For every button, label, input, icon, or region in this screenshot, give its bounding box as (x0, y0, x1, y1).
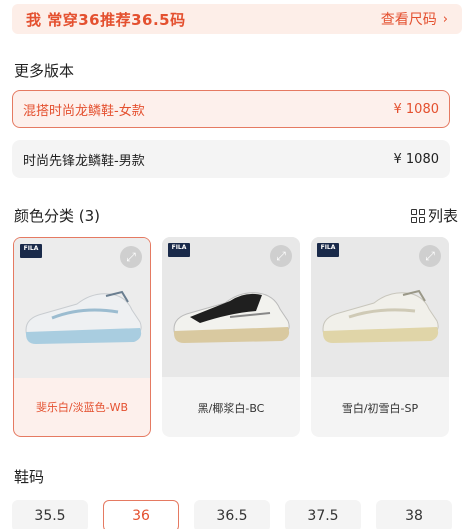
sneaker-illustration (25, 290, 142, 344)
color-option-snow-white[interactable]: FILA ⤢ 雪白/初雪白-SP (311, 237, 449, 437)
size-option-37-5[interactable]: 37.5 (285, 500, 361, 529)
color-option-white-blue[interactable]: FILA ⤢ 斐乐白/淡蓝色-WB (13, 237, 151, 437)
list-view-label: 列表 (427, 207, 458, 225)
color-option-black-coconut[interactable]: FILA ⤢ 黑/椰浆白-BC (162, 237, 300, 437)
version-name: 时尚先锋龙鳞鞋-男款 (23, 153, 145, 169)
list-view-toggle[interactable]: 列表 (410, 205, 458, 226)
sneaker-illustration (322, 289, 439, 343)
version-name: 混搭时尚龙鳞鞋-女款 (23, 103, 145, 119)
brand-logo: FILA (20, 244, 42, 258)
chevron-right-icon: › (442, 11, 448, 27)
color-label: 雪白/初雪白-SP (341, 402, 419, 415)
version-option-women[interactable]: 混搭时尚龙鳞鞋-女款 ¥ 1080 (12, 90, 450, 128)
colors-title: 颜色分类 (3) (14, 207, 101, 225)
size-option-36[interactable]: 36 (103, 500, 179, 529)
product-photo: FILA ⤢ (14, 238, 150, 378)
size-chart-link[interactable]: 查看尺码 › (381, 9, 448, 29)
color-label: 黑/椰浆白-BC (197, 402, 265, 415)
size-chart-label: 查看尺码 (380, 12, 437, 28)
color-label: 斐乐白/淡蓝色-WB (35, 401, 129, 414)
version-price: ¥ 1080 (393, 101, 440, 117)
expand-icon[interactable]: ⤢ (270, 245, 292, 267)
grid-icon (410, 208, 425, 223)
sizes-title: 鞋码 (14, 468, 45, 486)
brand-logo: FILA (168, 243, 190, 257)
brand-logo: FILA (317, 243, 339, 257)
expand-icon[interactable]: ⤢ (120, 246, 142, 268)
product-photo: FILA ⤢ (311, 237, 449, 377)
size-option-36-5[interactable]: 36.5 (194, 500, 270, 529)
version-price: ¥ 1080 (393, 151, 440, 167)
product-photo: FILA ⤢ (162, 237, 300, 377)
size-recommendation-text: 我 常穿36推荐36.5码 (26, 10, 186, 29)
size-option-38[interactable]: 38 (376, 500, 452, 529)
expand-icon[interactable]: ⤢ (419, 245, 441, 267)
version-option-men[interactable]: 时尚先锋龙鳞鞋-男款 ¥ 1080 (12, 140, 450, 178)
sneaker-illustration (173, 292, 290, 343)
size-recommendation-banner: 我 常穿36推荐36.5码 查看尺码 › (12, 4, 462, 34)
versions-title: 更多版本 (14, 62, 75, 80)
size-option-35-5[interactable]: 35.5 (12, 500, 88, 529)
